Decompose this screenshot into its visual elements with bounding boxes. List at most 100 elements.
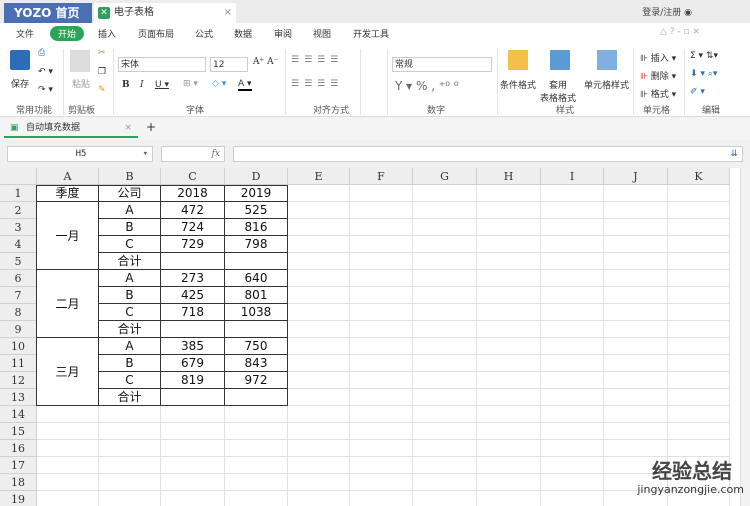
column-header[interactable]: G xyxy=(413,168,477,185)
paste-button[interactable]: 粘贴 xyxy=(72,77,90,90)
cell[interactable] xyxy=(541,440,604,457)
row-header[interactable]: 14 xyxy=(0,406,37,423)
menu-home[interactable]: 开始 xyxy=(50,26,85,41)
cell[interactable] xyxy=(413,304,477,321)
row-header[interactable]: 11 xyxy=(0,355,37,372)
cell[interactable] xyxy=(413,474,477,491)
row-header[interactable]: 2 xyxy=(0,202,37,219)
cell[interactable] xyxy=(604,287,668,304)
cell[interactable] xyxy=(477,236,541,253)
cell[interactable] xyxy=(541,355,604,372)
column-header[interactable]: F xyxy=(350,168,413,185)
login-link[interactable]: 登录/注册 ◉ xyxy=(642,5,692,18)
cell[interactable] xyxy=(541,423,604,440)
expand-icon[interactable]: ⇊ xyxy=(730,147,738,161)
cell[interactable] xyxy=(668,219,730,236)
cell[interactable] xyxy=(604,202,668,219)
row-header[interactable]: 4 xyxy=(0,236,37,253)
save-icon[interactable] xyxy=(10,50,30,70)
cell[interactable] xyxy=(604,406,668,423)
table-cell[interactable]: 273 xyxy=(161,270,225,287)
cell[interactable] xyxy=(225,457,288,474)
cell[interactable] xyxy=(668,185,730,202)
cell[interactable] xyxy=(604,389,668,406)
cell[interactable] xyxy=(37,491,99,506)
row-header[interactable]: 12 xyxy=(0,372,37,389)
cell[interactable] xyxy=(541,185,604,202)
cell[interactable] xyxy=(604,236,668,253)
cell[interactable] xyxy=(161,406,225,423)
cell[interactable] xyxy=(288,389,350,406)
formula-input[interactable]: ⇊ xyxy=(233,146,743,162)
cell[interactable] xyxy=(288,372,350,389)
column-header[interactable]: A xyxy=(37,168,99,185)
cell[interactable] xyxy=(288,219,350,236)
cell[interactable] xyxy=(413,389,477,406)
cell[interactable] xyxy=(413,406,477,423)
menu-view[interactable]: 视图 xyxy=(313,27,331,40)
menu-insert[interactable]: 插入 xyxy=(98,27,116,40)
home-tab[interactable]: YOZO 首页 xyxy=(4,3,92,23)
table-cell[interactable] xyxy=(225,389,288,406)
quarter-cell[interactable]: 二月 xyxy=(37,270,99,338)
column-header[interactable]: I xyxy=(541,168,604,185)
cell[interactable] xyxy=(477,304,541,321)
format-painter-icon[interactable]: ✎ xyxy=(98,85,106,95)
conditional-format-button[interactable]: 条件格式 xyxy=(500,78,536,91)
cell[interactable] xyxy=(668,321,730,338)
cell[interactable] xyxy=(161,474,225,491)
quarter-cell[interactable]: 一月 xyxy=(37,202,99,270)
cell[interactable] xyxy=(541,270,604,287)
cell[interactable] xyxy=(350,338,413,355)
number-format-select[interactable]: 常规 xyxy=(392,57,492,72)
cell[interactable] xyxy=(350,355,413,372)
table-header-cell[interactable]: 季度 xyxy=(37,185,99,202)
table-header-cell[interactable]: 公司 xyxy=(99,185,161,202)
cell[interactable] xyxy=(350,406,413,423)
document-tab[interactable]: ✕ 电子表格 × xyxy=(94,3,236,23)
clear-icon[interactable]: ✐ ▾ xyxy=(690,87,705,97)
cell[interactable] xyxy=(350,236,413,253)
cell[interactable] xyxy=(541,338,604,355)
table-cell[interactable]: 724 xyxy=(161,219,225,236)
cell[interactable] xyxy=(477,202,541,219)
column-header[interactable]: H xyxy=(477,168,541,185)
cell[interactable] xyxy=(288,321,350,338)
cell[interactable] xyxy=(288,338,350,355)
column-header[interactable]: K xyxy=(668,168,730,185)
cell[interactable] xyxy=(477,219,541,236)
cell[interactable] xyxy=(161,457,225,474)
cell[interactable] xyxy=(477,338,541,355)
cell[interactable] xyxy=(477,355,541,372)
menu-file[interactable]: 文件 xyxy=(16,27,34,40)
cell[interactable] xyxy=(37,423,99,440)
table-cell[interactable] xyxy=(225,321,288,338)
cell[interactable] xyxy=(413,440,477,457)
table-cell[interactable]: 816 xyxy=(225,219,288,236)
close-tab-icon[interactable]: × xyxy=(224,3,232,23)
quarter-cell[interactable]: 三月 xyxy=(37,338,99,406)
menu-data[interactable]: 数据 xyxy=(234,27,252,40)
cell[interactable] xyxy=(413,236,477,253)
font-name-select[interactable]: 宋体 xyxy=(118,57,206,72)
cell[interactable] xyxy=(604,253,668,270)
cell[interactable] xyxy=(161,423,225,440)
fx-button[interactable]: fx xyxy=(161,146,225,162)
table-cell[interactable]: 750 xyxy=(225,338,288,355)
cell[interactable] xyxy=(350,185,413,202)
table-cell[interactable]: C xyxy=(99,304,161,321)
cell[interactable] xyxy=(225,423,288,440)
table-cell[interactable]: 合计 xyxy=(99,389,161,406)
table-cell[interactable]: 801 xyxy=(225,287,288,304)
cell[interactable] xyxy=(477,474,541,491)
cell[interactable] xyxy=(541,202,604,219)
table-cell[interactable]: 525 xyxy=(225,202,288,219)
table-header-cell[interactable]: 2019 xyxy=(225,185,288,202)
table-cell[interactable]: 640 xyxy=(225,270,288,287)
cell[interactable] xyxy=(99,491,161,506)
cell[interactable] xyxy=(477,440,541,457)
fill-color-icon[interactable]: ◇ ▾ xyxy=(212,79,226,89)
vertical-scrollbar[interactable] xyxy=(740,168,750,506)
cell[interactable] xyxy=(477,270,541,287)
cell[interactable] xyxy=(288,423,350,440)
